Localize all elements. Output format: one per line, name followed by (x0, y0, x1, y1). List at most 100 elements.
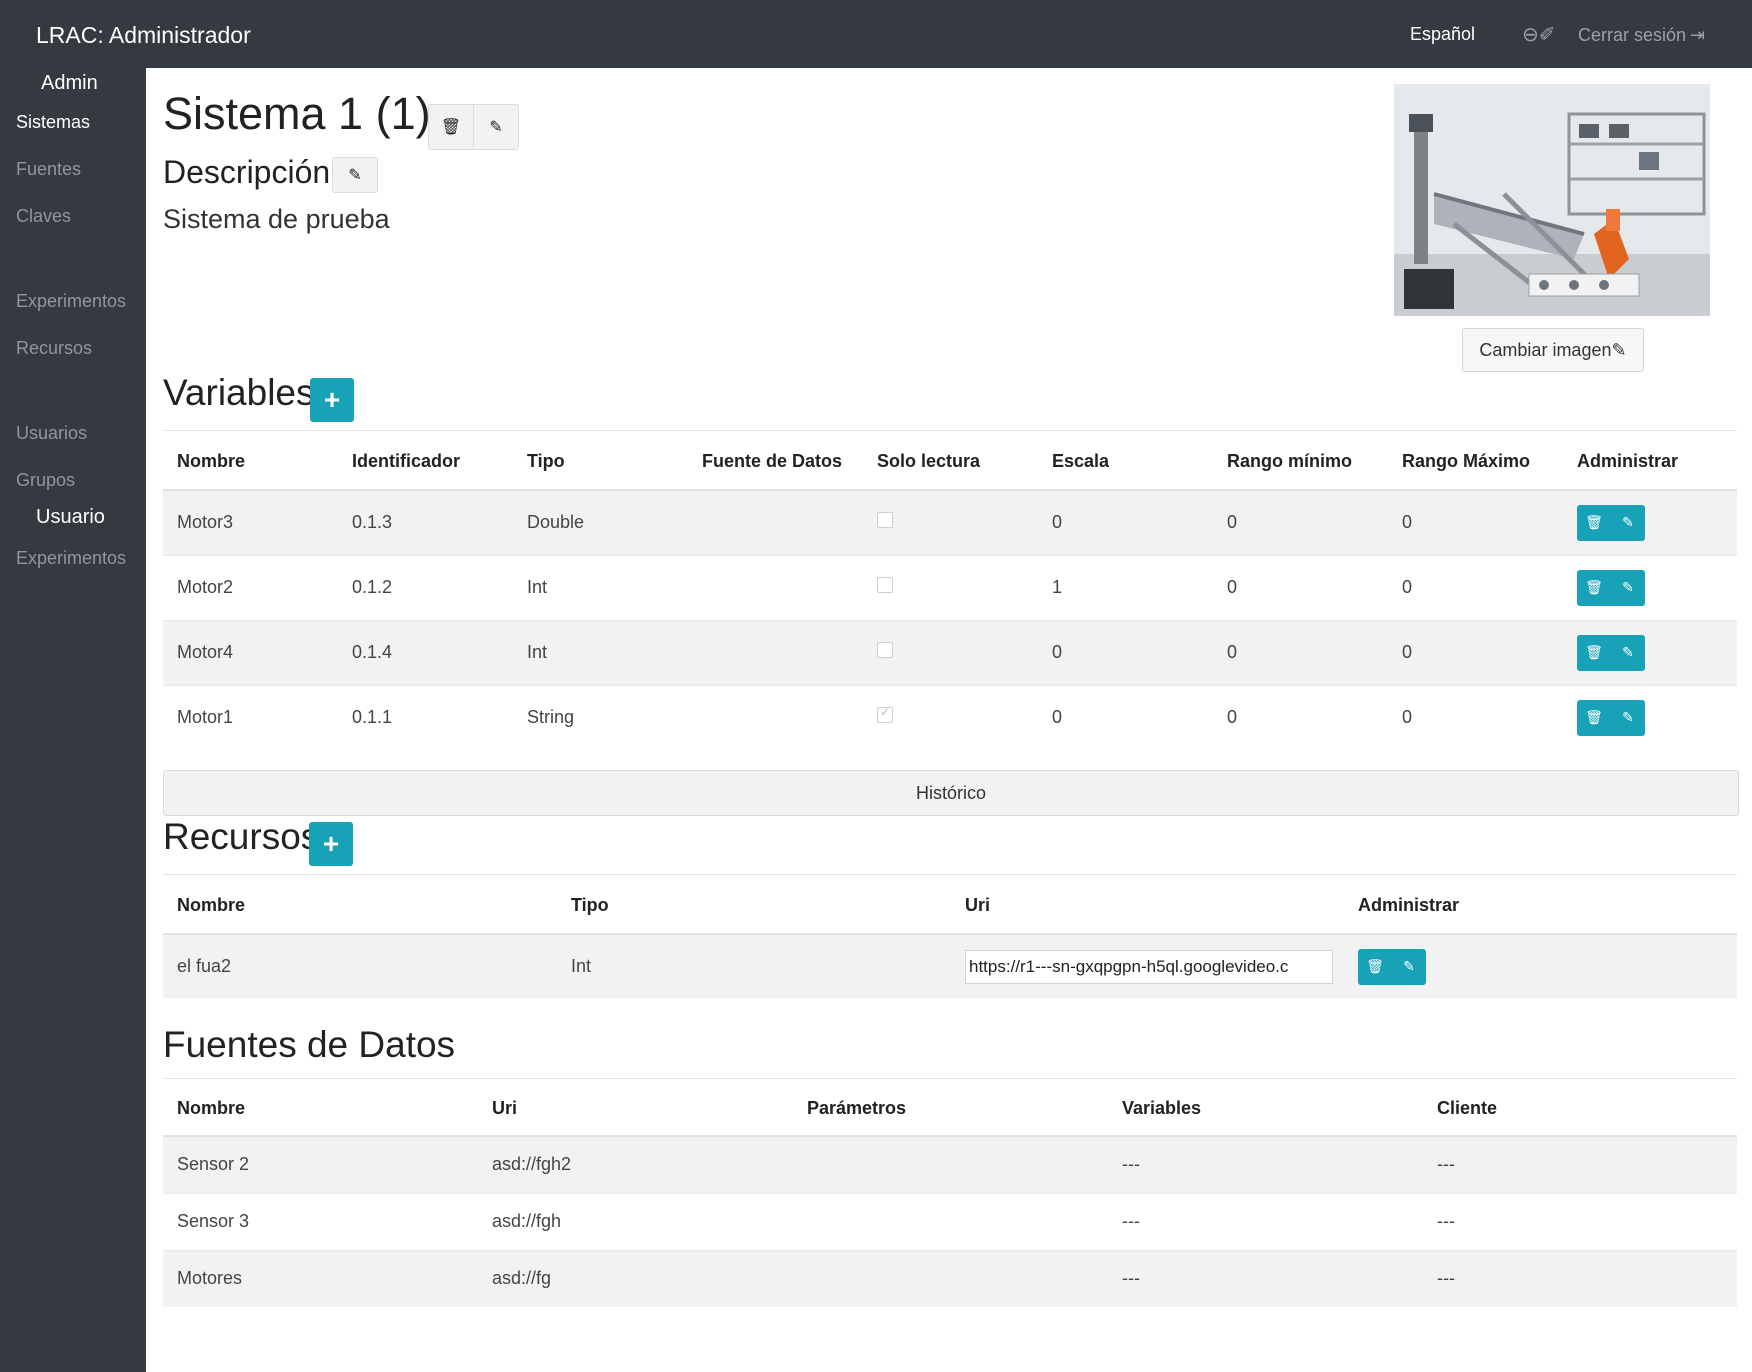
cell-rango-min: 0 (1213, 684, 1388, 750)
cell-rango-min: 0 (1213, 619, 1388, 685)
cell-nombre: Motor2 (163, 554, 338, 620)
logout-link[interactable]: Cerrar sesión ⇥ (1578, 25, 1705, 46)
pencil-icon: ✎ (1611, 339, 1627, 360)
add-variable-button[interactable]: + (310, 378, 354, 422)
page-title: Sistema 1 (1) (163, 88, 431, 139)
header-nombre: Nombre (163, 434, 338, 491)
sidebar-header-admin: Admin (41, 72, 98, 94)
cell-tipo: Double (513, 489, 688, 555)
resources-table: Nombre Tipo Uri Administrar el fua2 Int … (163, 878, 1737, 998)
datasources-table: Nombre Uri Parámetros Variables Cliente … (163, 1082, 1737, 1307)
edit-description-button[interactable]: ✎ (332, 157, 378, 193)
header-fuente-datos: Fuente de Datos (688, 434, 863, 491)
cell-cliente: --- (1423, 1249, 1737, 1307)
row-actions: 🗑 ✎ (1577, 699, 1645, 736)
delete-system-button[interactable]: 🗑 (428, 104, 474, 150)
cell-fuente (688, 619, 863, 685)
pencil-icon: ✎ (489, 119, 503, 136)
cell-escala: 0 (1038, 489, 1213, 555)
cell-escala: 1 (1038, 554, 1213, 620)
sidebar-header-usuario: Usuario (36, 506, 105, 528)
cell-parametros (793, 1192, 1108, 1250)
cell-nombre: Sensor 2 (163, 1135, 478, 1193)
readonly-checkbox[interactable] (877, 512, 893, 529)
row-actions: 🗑 ✎ (1358, 948, 1426, 985)
table-row: Sensor 3 asd://fgh --- --- (163, 1192, 1737, 1250)
pencil-icon[interactable]: ✎ (1392, 949, 1426, 985)
language-selector[interactable]: Español (1410, 24, 1475, 45)
sidebar-item-user-experimentos[interactable]: Experimentos (16, 548, 126, 569)
header-rango-maximo: Rango Máximo (1388, 434, 1563, 491)
cell-nombre: Sensor 3 (163, 1192, 478, 1250)
trash-icon[interactable]: 🗑 (1577, 505, 1611, 541)
change-image-label: Cambiar imagen (1479, 339, 1612, 360)
table-row: el fua2 Int 🗑✎ (163, 933, 1737, 998)
change-image-button[interactable]: Cambiar imagen ✎ (1462, 328, 1644, 372)
recursos-title: Recursos (163, 816, 320, 857)
sidebar-item-claves[interactable]: Claves (16, 206, 71, 227)
cell-cliente: --- (1423, 1135, 1737, 1193)
header-identificador: Identificador (338, 434, 513, 491)
cell-fuente (688, 489, 863, 555)
cell-escala: 0 (1038, 684, 1213, 750)
trash-icon[interactable]: 🗑 (1577, 700, 1611, 736)
cell-tipo: Int (513, 619, 688, 685)
cell-rango-max: 0 (1388, 554, 1563, 620)
system-image (1394, 84, 1710, 316)
pencil-icon[interactable]: ✎ (1611, 635, 1645, 671)
readonly-checkbox[interactable] (877, 577, 893, 593)
table-row: Motor4 0.1.4 Int 0 0 0 🗑 ✎ (163, 619, 1737, 685)
readonly-checkbox[interactable] (877, 642, 893, 658)
cell-uri: asd://fgh2 (478, 1135, 793, 1193)
cell-tipo: Int (557, 933, 951, 998)
add-resource-button[interactable]: + (309, 822, 353, 866)
cell-uri: asd://fgh (478, 1192, 793, 1250)
sidebar-item-experimentos[interactable]: Experimentos (16, 291, 126, 312)
pencil-icon[interactable]: ✎ (1611, 505, 1645, 541)
row-actions: 🗑 ✎ (1577, 504, 1645, 541)
readonly-checkbox[interactable] (877, 705, 893, 724)
trash-icon[interactable]: 🗑 (1577, 635, 1611, 671)
table-row: Sensor 2 asd://fgh2 --- --- (163, 1135, 1737, 1193)
trash-icon[interactable]: 🗑 (1577, 570, 1611, 606)
cell-parametros (793, 1135, 1108, 1193)
cell-rango-min: 0 (1213, 489, 1388, 555)
cell-parametros (793, 1249, 1108, 1307)
sidebar-item-recursos[interactable]: Recursos (16, 338, 92, 359)
pencil-icon[interactable]: ✎ (1611, 570, 1645, 606)
app-brand[interactable]: LRAC: Administrador (36, 22, 251, 49)
row-actions: 🗑 ✎ (1577, 634, 1645, 671)
header-cliente: Cliente (1423, 1082, 1737, 1137)
edit-system-button[interactable]: ✎ (474, 104, 519, 150)
title-actions: 🗑 ✎ (428, 104, 519, 150)
sidebar-item-grupos[interactable]: Grupos (16, 470, 75, 491)
trash-icon[interactable]: 🗑 (1358, 949, 1392, 985)
logout-icon: ⇥ (1690, 25, 1706, 45)
sidebar-item-usuarios[interactable]: Usuarios (16, 423, 87, 444)
cell-nombre: Motor4 (163, 619, 338, 685)
cell-tipo: String (513, 684, 688, 750)
header-uri: Uri (951, 878, 1344, 935)
header-variables: Variables (1108, 1082, 1423, 1137)
history-button[interactable]: Histórico (163, 770, 1739, 816)
table-row: Motor3 0.1.3 Double 0 0 0 🗑 ✎ (163, 489, 1737, 555)
cell-cliente: --- (1423, 1192, 1737, 1250)
header-rango-minimo: Rango mínimo (1213, 434, 1388, 491)
user-settings-icon[interactable]: ⊖✐ (1522, 22, 1556, 47)
description-label: Descripción (163, 154, 331, 190)
cell-rango-max: 0 (1388, 619, 1563, 685)
cell-nombre: Motor1 (163, 684, 338, 750)
plus-icon: + (323, 384, 341, 415)
table-row: Motores asd://fg --- --- (163, 1249, 1737, 1307)
cell-nombre: el fua2 (163, 933, 557, 998)
header-administrar: Administrar (1563, 434, 1737, 491)
fuentes-title: Fuentes de Datos (163, 1024, 456, 1065)
header-nombre: Nombre (163, 878, 557, 935)
cell-variables: --- (1108, 1135, 1423, 1193)
pencil-icon[interactable]: ✎ (1611, 700, 1645, 736)
pencil-icon: ✎ (348, 167, 362, 184)
resource-uri-input[interactable] (965, 949, 1333, 984)
sidebar-item-sistemas[interactable]: Sistemas (16, 112, 90, 133)
plus-icon: + (322, 828, 340, 859)
sidebar-item-fuentes[interactable]: Fuentes (16, 159, 81, 180)
